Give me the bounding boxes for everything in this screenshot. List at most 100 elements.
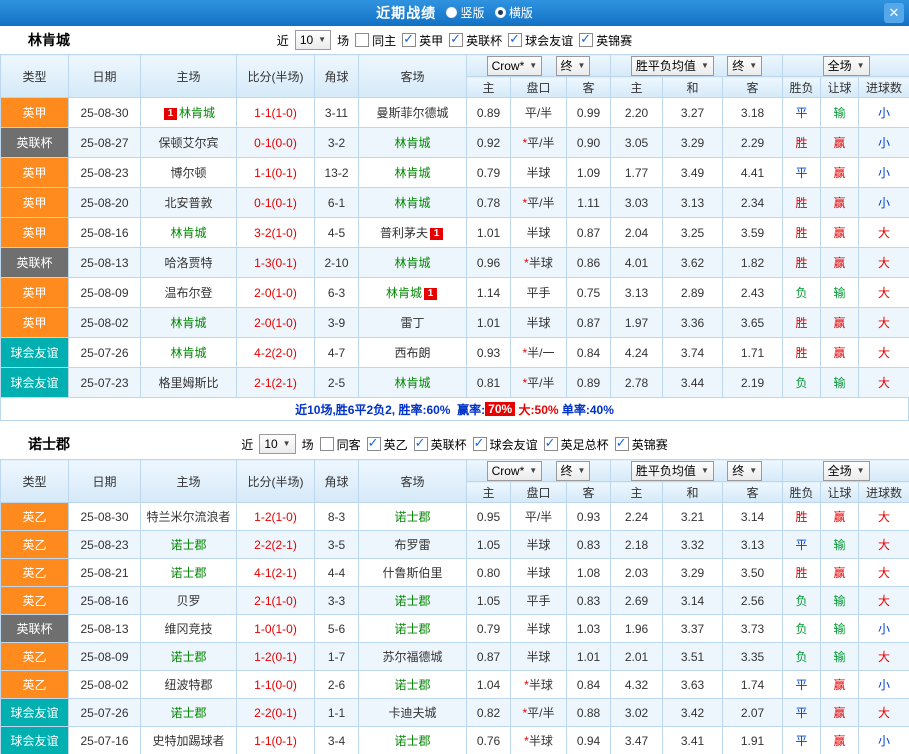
summary-part: 单率:40% <box>559 401 614 418</box>
avg-odds-away: 1.74 <box>723 671 783 699</box>
close-button[interactable]: ✕ <box>884 3 904 23</box>
sub-header-avg-away: 客 <box>723 77 783 98</box>
same-venue-checkbox[interactable]: 同客 <box>320 436 361 453</box>
match-date: 25-08-30 <box>69 503 141 531</box>
sub-header-away-odds: 客 <box>567 77 611 98</box>
avg-odds-draw: 3.36 <box>663 308 723 338</box>
match-date: 25-08-23 <box>69 158 141 188</box>
match-date: 25-08-02 <box>69 308 141 338</box>
result-handicap: 赢 <box>821 188 859 218</box>
handicap-line: 平手 <box>511 278 567 308</box>
corners: 6-3 <box>315 278 359 308</box>
league-badge: 英甲 <box>1 188 69 218</box>
summary-part: 70% <box>485 402 515 416</box>
corners: 3-2 <box>315 128 359 158</box>
handicap-line: *半球 <box>511 671 567 699</box>
avg-odds-home: 2.24 <box>611 503 663 531</box>
odds-final-select[interactable]: 终▼ <box>556 56 591 76</box>
result-goals: 小 <box>859 615 909 643</box>
same-venue-checkbox[interactable]: 同主 <box>355 32 396 49</box>
result-goals: 大 <box>859 278 909 308</box>
result-wdl: 平 <box>783 531 821 559</box>
league-filter-group: 英乙英联杯球会友谊英足总杯 英锦赛 <box>367 436 668 453</box>
league-filter-checkbox[interactable]: 英联杯 <box>449 32 502 49</box>
match-date: 25-08-16 <box>69 218 141 248</box>
match-score: 1-2(0-1) <box>237 643 315 671</box>
handicap-odds-away: 1.01 <box>567 643 611 671</box>
match-score: 0-1(0-1) <box>237 188 315 218</box>
corners: 8-3 <box>315 503 359 531</box>
avg-odds-home: 4.32 <box>611 671 663 699</box>
matches-table-notts: 类型 日期 主场 比分(半场) 角球 客场 Crow*▼ 终▼ 胜平负均值▼ 终… <box>0 459 909 754</box>
avg-odds-draw: 3.42 <box>663 699 723 727</box>
result-group-header: 全场▼ <box>783 55 909 77</box>
table-head: 类型 日期 主场 比分(半场) 角球 客场 Crow*▼ 终▼ 胜平负均值▼ 终… <box>1 55 909 98</box>
avg-odds-select[interactable]: 胜平负均值▼ <box>631 56 714 76</box>
away-team-cell: 苏尔福德城 <box>359 643 467 671</box>
handicap-text: 平/半 <box>527 196 554 210</box>
fulltime-scope-select[interactable]: 全场▼ <box>823 56 870 76</box>
avg-odds-home: 4.24 <box>611 338 663 368</box>
result-wdl: 胜 <box>783 188 821 218</box>
match-row: 英乙25-08-02纽波特郡1-1(0-0)2-6诺士郡1.04*半球0.844… <box>1 671 909 699</box>
league-filter-checkbox[interactable]: 英乙 <box>367 436 408 453</box>
avg-final-select[interactable]: 终▼ <box>727 461 762 481</box>
fulltime-scope-select[interactable]: 全场▼ <box>823 461 870 481</box>
col-header-corner: 角球 <box>315 460 359 503</box>
col-header-away: 客场 <box>359 460 467 503</box>
handicap-odds-home: 1.05 <box>467 587 511 615</box>
handicap-odds-away: 0.94 <box>567 727 611 754</box>
team-label: 林肯城 <box>386 286 422 300</box>
handicap-odds-home: 0.82 <box>467 699 511 727</box>
layout-horizontal-radio[interactable]: 横版 <box>495 4 533 21</box>
league-filter-checkbox[interactable]: 球会友谊 <box>508 32 573 49</box>
league-filter-checkbox[interactable]: 英锦赛 <box>579 32 632 49</box>
result-wdl: 负 <box>783 278 821 308</box>
odds-provider-select[interactable]: Crow*▼ <box>487 461 543 481</box>
league-filter-checkbox[interactable]: 英甲 <box>402 32 443 49</box>
handicap-odds-group-header: Crow*▼ 终▼ <box>467 55 611 77</box>
recent-count-select[interactable]: 10 ▼ <box>259 434 295 454</box>
team-label: 林肯城 <box>394 256 430 270</box>
caret-down-icon: ▼ <box>578 467 586 475</box>
odds-final-select[interactable]: 终▼ <box>556 461 591 481</box>
close-icon: ✕ <box>889 5 900 21</box>
odds-final-value: 终 <box>561 57 573 74</box>
fulltime-scope-value: 全场 <box>828 462 852 479</box>
league-filter-checkbox[interactable]: 球会友谊 <box>473 436 538 453</box>
home-team-cell: 温布尔登 <box>141 278 237 308</box>
avg-odds-away: 2.43 <box>723 278 783 308</box>
league-filter-checkbox[interactable]: 英联杯 <box>414 436 467 453</box>
odds-provider-select[interactable]: Crow*▼ <box>487 56 543 76</box>
avg-odds-home: 2.78 <box>611 368 663 398</box>
avg-odds-away: 1.82 <box>723 248 783 278</box>
layout-vertical-radio[interactable]: 竖版 <box>446 4 484 21</box>
avg-final-select[interactable]: 终▼ <box>727 56 762 76</box>
team-label: 诺士郡 <box>394 734 430 748</box>
handicap-odds-home: 0.87 <box>467 643 511 671</box>
near-label: 近 <box>241 436 253 453</box>
caret-down-icon: ▼ <box>749 62 757 70</box>
league-filter-checkbox[interactable]: 英锦赛 <box>615 436 668 453</box>
filters: 近 10 ▼ 场 同主 英甲英联杯球会友谊英锦赛 <box>277 30 632 50</box>
recent-count-select[interactable]: 10 ▼ <box>295 30 331 50</box>
caret-down-icon: ▼ <box>701 62 709 70</box>
team-label: 林肯城 <box>394 376 430 390</box>
checkbox-icon <box>355 33 369 47</box>
handicap-line: *半/一 <box>511 338 567 368</box>
avg-odds-select[interactable]: 胜平负均值▼ <box>631 461 714 481</box>
handicap-odds-home: 1.14 <box>467 278 511 308</box>
team-label: 诺士郡 <box>170 566 206 580</box>
handicap-odds-home: 0.79 <box>467 615 511 643</box>
col-header-home: 主场 <box>141 55 237 98</box>
avg-odds-away: 2.34 <box>723 188 783 218</box>
league-filter-label: 英锦赛 <box>632 436 668 453</box>
league-filter-checkbox[interactable]: 英足总杯 <box>544 436 609 453</box>
handicap-odds-home: 1.05 <box>467 531 511 559</box>
checkbox-checked-icon <box>449 33 463 47</box>
match-row: 英乙25-08-30特兰米尔流浪者1-2(1-0)8-3诺士郡0.95平/半0.… <box>1 503 909 531</box>
sub-header-handicap: 盘口 <box>511 482 567 503</box>
team-label: 贝罗 <box>176 594 200 608</box>
away-team-cell: 诺士郡 <box>359 587 467 615</box>
result-wdl: 平 <box>783 98 821 128</box>
